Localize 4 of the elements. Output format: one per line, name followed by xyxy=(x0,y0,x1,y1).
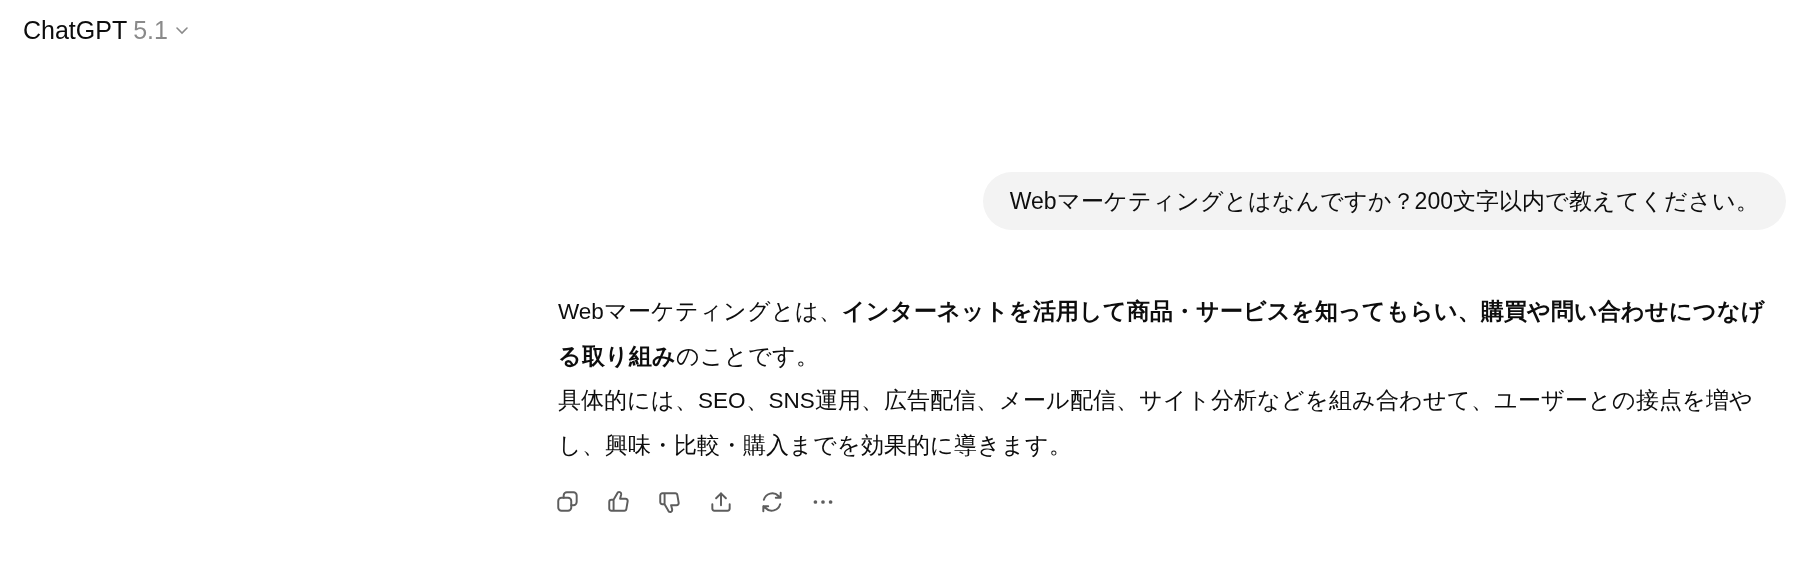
answer-paragraph: 具体的には、SEO、SNS運用、広告配信、メール配信、サイト分析などを組み合わせて、ユーザーとの接点を増やし、興味・比較・購入までを効果的に導きます。 xyxy=(558,387,1754,460)
answer-paragraph: Webマーケティングとは、インターネットを活用して商品・サービスを知ってもらい、購買や問い合わせにつなげる取り組みのことです。 xyxy=(558,298,1766,371)
model-selector[interactable]: ChatGPT 5.1 xyxy=(23,15,190,45)
user-message: Webマーケティングとはなんですか？200文字以内で教えてください。 xyxy=(982,172,1786,230)
